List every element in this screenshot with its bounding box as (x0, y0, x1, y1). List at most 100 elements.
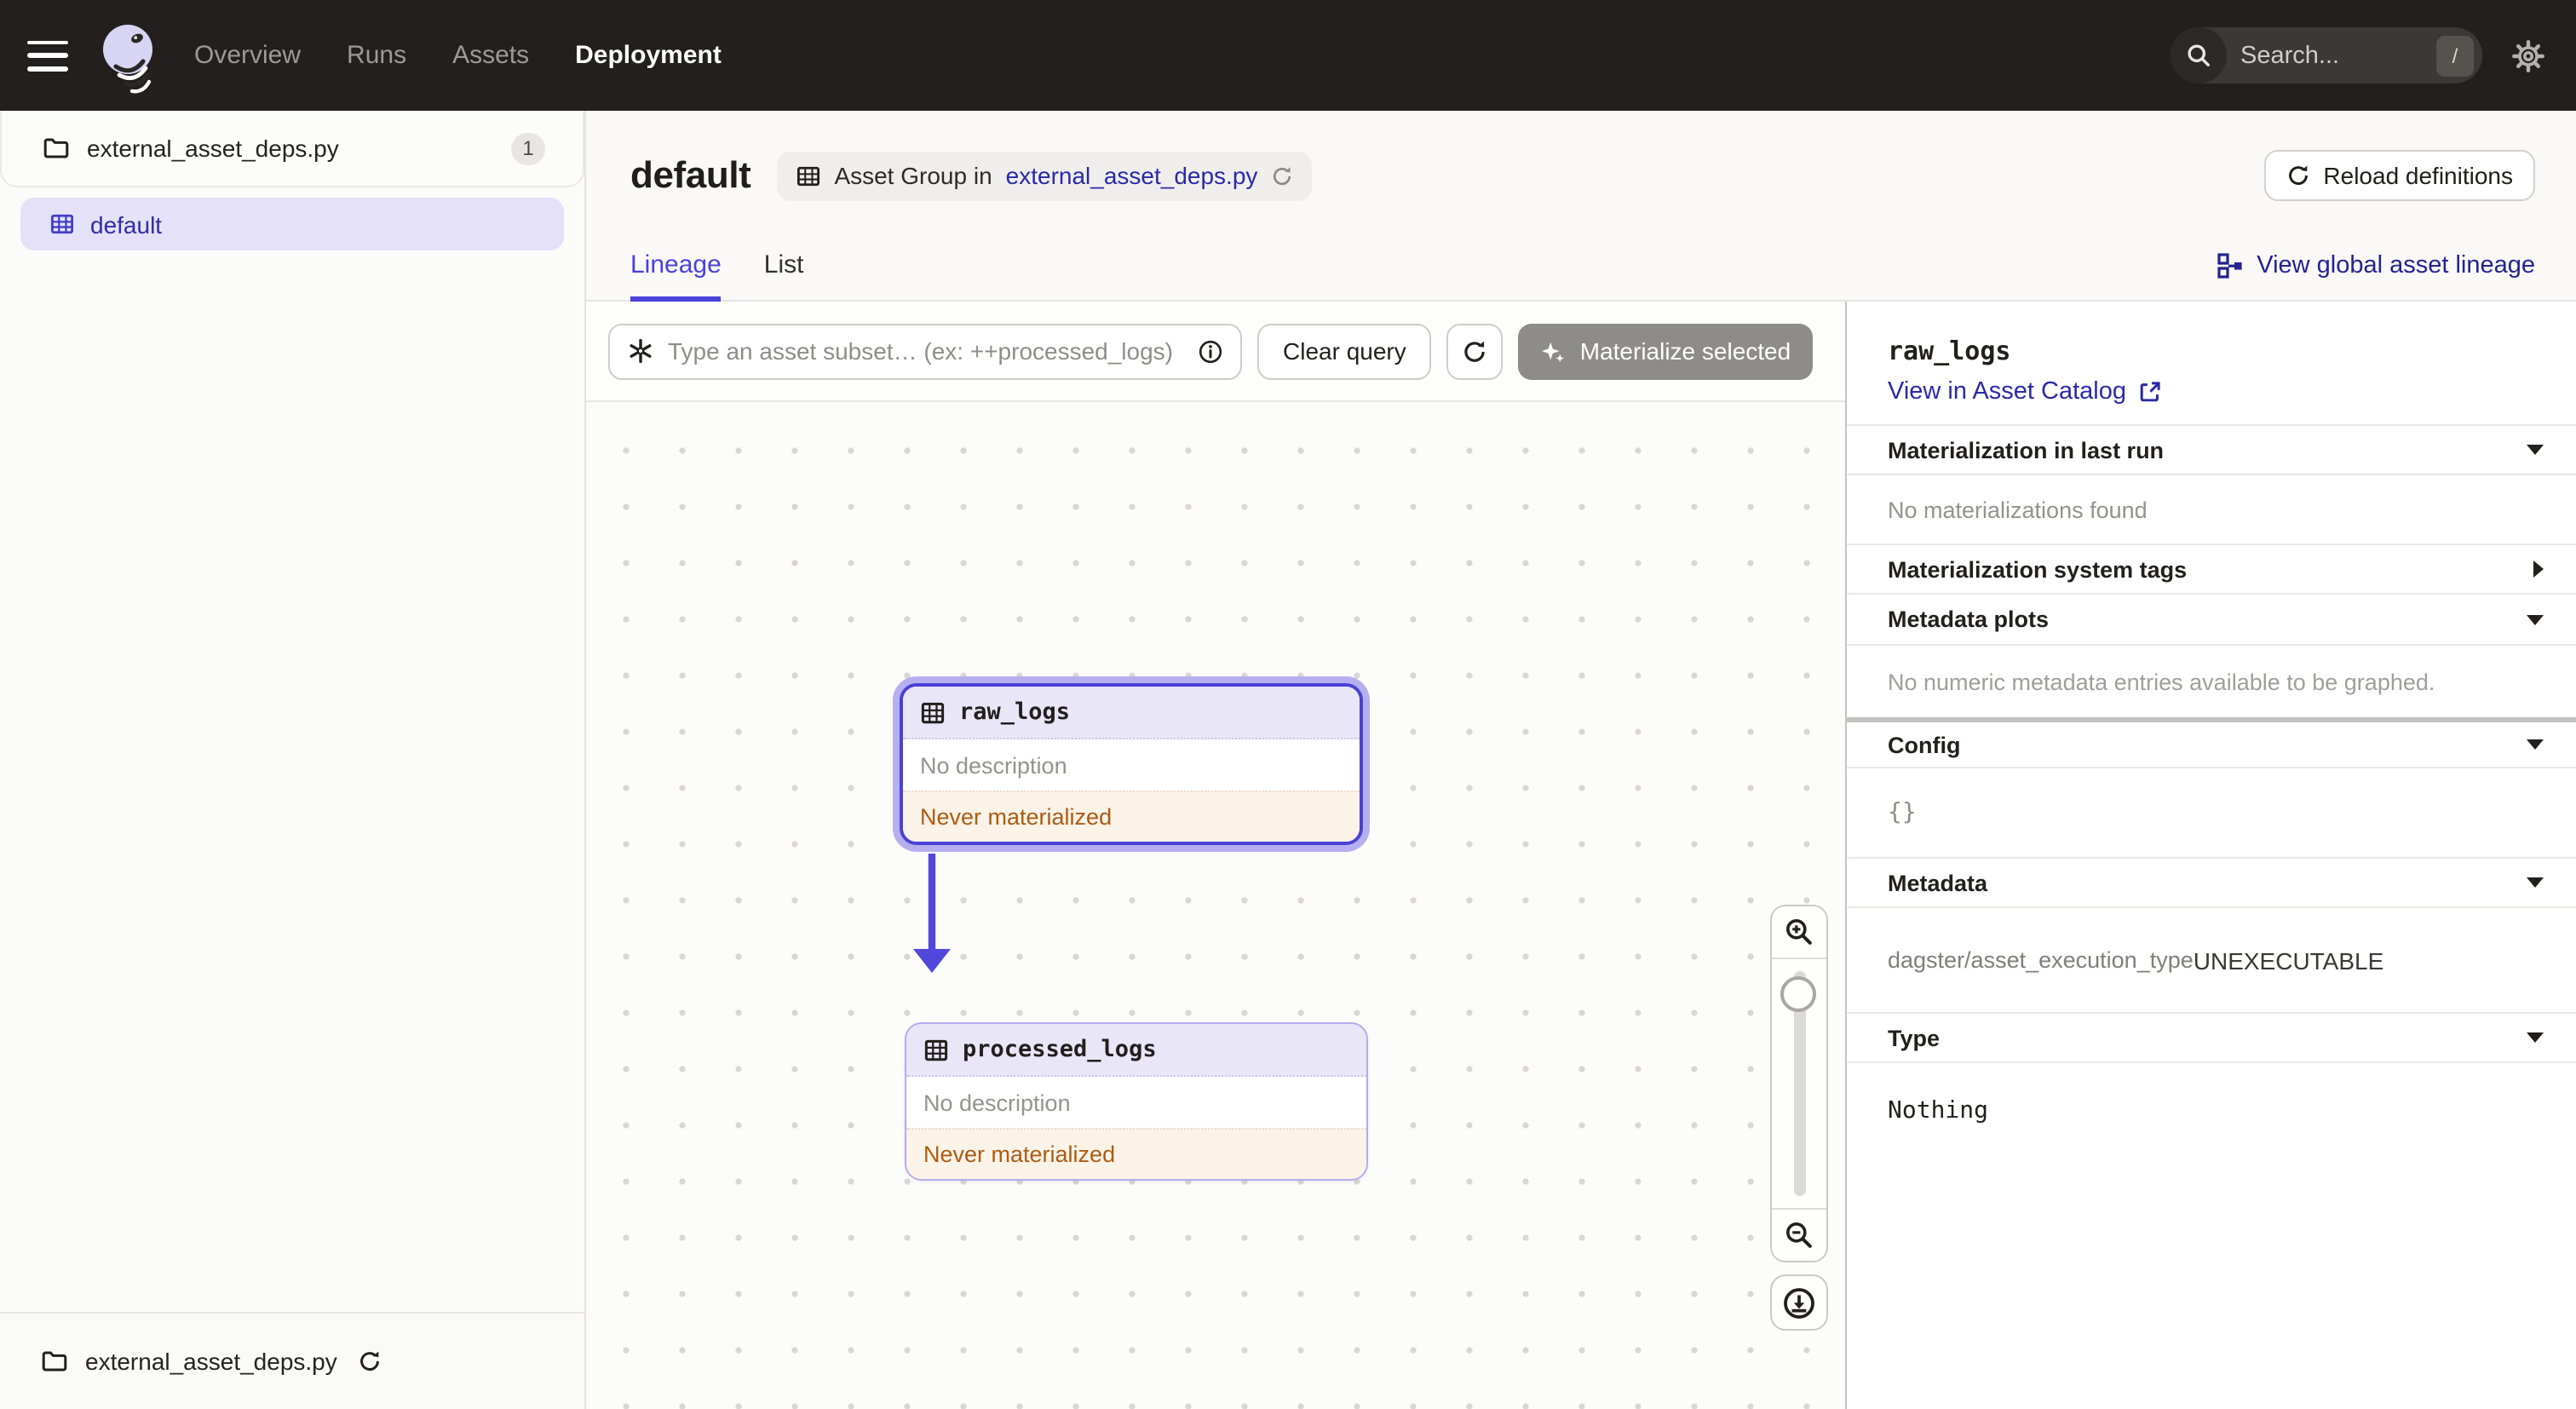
hamburger-menu-icon[interactable] (27, 40, 68, 71)
section-label: Materialization system tags (1888, 556, 2188, 582)
tab-list-label: List (763, 250, 804, 279)
reload-location-icon[interactable] (358, 1349, 382, 1373)
asset-node-processed-logs[interactable]: processed_logs No description Never mate… (905, 1022, 1368, 1181)
chevron-down-icon (2527, 445, 2544, 455)
view-in-asset-catalog-link[interactable]: View in Asset Catalog (1888, 378, 2535, 405)
global-search-input[interactable]: Search... / (2171, 27, 2482, 83)
metadata-plots-body: No numeric metadata entries available to… (1847, 646, 2576, 717)
sidebar-item-label: default (90, 210, 163, 238)
zoom-in-button[interactable] (1772, 906, 1826, 958)
asset-group-tag: Asset Group in external_asset_deps.py (776, 151, 1313, 200)
zoom-out-button[interactable] (1772, 1210, 1826, 1261)
dagster-logo[interactable] (92, 16, 164, 95)
zoom-out-icon (1786, 1222, 1812, 1248)
code-location-row[interactable]: external_asset_deps.py 1 (2, 111, 583, 186)
chevron-down-icon (2527, 614, 2544, 624)
refresh-graph-button[interactable] (1446, 323, 1504, 379)
lineage-graph-canvas[interactable]: raw_logs No description Never materializ… (586, 402, 1845, 1409)
asset-node-raw-logs[interactable]: raw_logs No description Never materializ… (900, 683, 1363, 845)
section-type[interactable]: Type (1847, 1012, 2576, 1063)
refresh-icon (2288, 165, 2308, 185)
config-value: {} (1888, 799, 1917, 826)
config-body: {} (1847, 768, 2576, 857)
search-icon (2171, 27, 2227, 83)
section-label: Materialization in last run (1888, 437, 2165, 463)
code-location-card: external_asset_deps.py 1 (0, 111, 584, 187)
tab-lineage-label: Lineage (630, 250, 722, 279)
materialize-selected-label: Materialize selected (1579, 337, 1791, 365)
page-header: default Asset Group in external_asset_de… (586, 111, 2576, 230)
asset-node-description: No description (903, 739, 1360, 791)
lineage-graph-icon (2217, 252, 2241, 278)
table-icon (924, 1038, 948, 1061)
reload-definitions-label: Reload definitions (2323, 162, 2513, 189)
metadata-value: UNEXECUTABLE (2193, 946, 2384, 974)
sparkle-icon (1542, 341, 1565, 362)
code-location-name: external_asset_deps.py (87, 135, 339, 162)
asset-node-description: No description (906, 1077, 1366, 1128)
search-placeholder: Search... (2240, 42, 2340, 69)
asset-group-count-badge: 1 (511, 132, 545, 164)
nav-item-runs[interactable]: Runs (347, 41, 406, 70)
no-numeric-metadata-text: No numeric metadata entries available to… (1888, 669, 2435, 694)
asset-subset-filter[interactable] (608, 323, 1242, 379)
metadata-key: dagster/asset_execution_type (1888, 947, 2194, 973)
view-global-asset-lineage-label: View global asset lineage (2257, 251, 2535, 279)
graph-toolbar: Clear query Materialize selected (586, 302, 1845, 402)
tab-lineage[interactable]: Lineage (630, 230, 722, 302)
panel-asset-title: raw_logs (1888, 336, 2011, 366)
section-materialization-last-run[interactable]: Materialization in last run (1847, 424, 2576, 475)
materialize-selected-button[interactable]: Materialize selected (1518, 323, 1814, 379)
left-sidebar: external_asset_deps.py 1 default externa… (0, 111, 586, 1409)
info-icon[interactable] (1198, 338, 1223, 364)
folder-icon (43, 138, 69, 158)
asset-node-header: raw_logs (903, 687, 1360, 739)
zoom-slider-thumb[interactable] (1780, 976, 1816, 1012)
tab-list[interactable]: List (764, 230, 804, 300)
asset-node-status: Never materialized (906, 1128, 1366, 1179)
zoom-slider[interactable] (1772, 958, 1826, 1210)
main-content: default Asset Group in external_asset_de… (586, 111, 2576, 1409)
panel-header: raw_logs View in Asset Catalog (1847, 302, 2576, 424)
section-metadata[interactable]: Metadata (1847, 857, 2576, 908)
chevron-right-icon (2533, 561, 2544, 578)
asset-node-label: processed_logs (963, 1036, 1157, 1063)
main-nav: Overview Runs Assets Deployment (194, 41, 722, 70)
dependency-arrow (913, 854, 951, 973)
nav-item-deployment[interactable]: Deployment (575, 41, 722, 70)
refresh-icon (1465, 340, 1486, 361)
page-title: default (630, 153, 751, 196)
asset-subset-input[interactable] (668, 337, 1184, 365)
section-config[interactable]: Config (1847, 717, 2576, 768)
sidebar-item-default-group[interactable]: default (20, 198, 564, 250)
lineage-graph-column: Clear query Materialize selected (586, 302, 1845, 1409)
sidebar-footer: external_asset_deps.py (0, 1312, 584, 1409)
asset-node-header: processed_logs (906, 1024, 1366, 1077)
metadata-body: dagster/asset_execution_type UNEXECUTABL… (1847, 908, 2576, 1012)
materialization-last-run-body: No materializations found (1847, 475, 2576, 543)
table-icon (921, 701, 945, 723)
settings-gear-icon[interactable] (2511, 38, 2545, 72)
section-materialization-system-tags[interactable]: Materialization system tags (1847, 543, 2576, 595)
reload-definitions-button[interactable]: Reload definitions (2263, 150, 2535, 201)
section-label: Metadata (1888, 870, 1988, 895)
export-graph-button[interactable] (1770, 1274, 1828, 1331)
reload-tag-icon[interactable] (1271, 164, 1293, 187)
section-label: Config (1888, 732, 1961, 757)
nav-item-overview[interactable]: Overview (194, 41, 301, 70)
section-label: Type (1888, 1025, 1941, 1050)
view-in-asset-catalog-label: View in Asset Catalog (1888, 378, 2126, 405)
footer-code-location-name: external_asset_deps.py (85, 1348, 337, 1375)
code-location-link[interactable]: external_asset_deps.py (1006, 162, 1258, 189)
top-navigation-bar: Overview Runs Assets Deployment Search..… (0, 0, 2576, 111)
section-label: Metadata plots (1888, 607, 2050, 632)
nav-item-assets[interactable]: Assets (452, 41, 529, 70)
zoom-in-icon (1786, 919, 1812, 945)
view-global-asset-lineage-link[interactable]: View global asset lineage (2216, 251, 2535, 279)
external-link-icon (2140, 382, 2160, 402)
zoom-controls (1770, 905, 1828, 1262)
section-metadata-plots[interactable]: Metadata plots (1847, 595, 2576, 646)
dagster-app: Overview Runs Assets Deployment Search..… (0, 0, 2576, 1409)
clear-query-button[interactable]: Clear query (1257, 323, 1432, 379)
chevron-down-icon (2527, 1032, 2544, 1043)
